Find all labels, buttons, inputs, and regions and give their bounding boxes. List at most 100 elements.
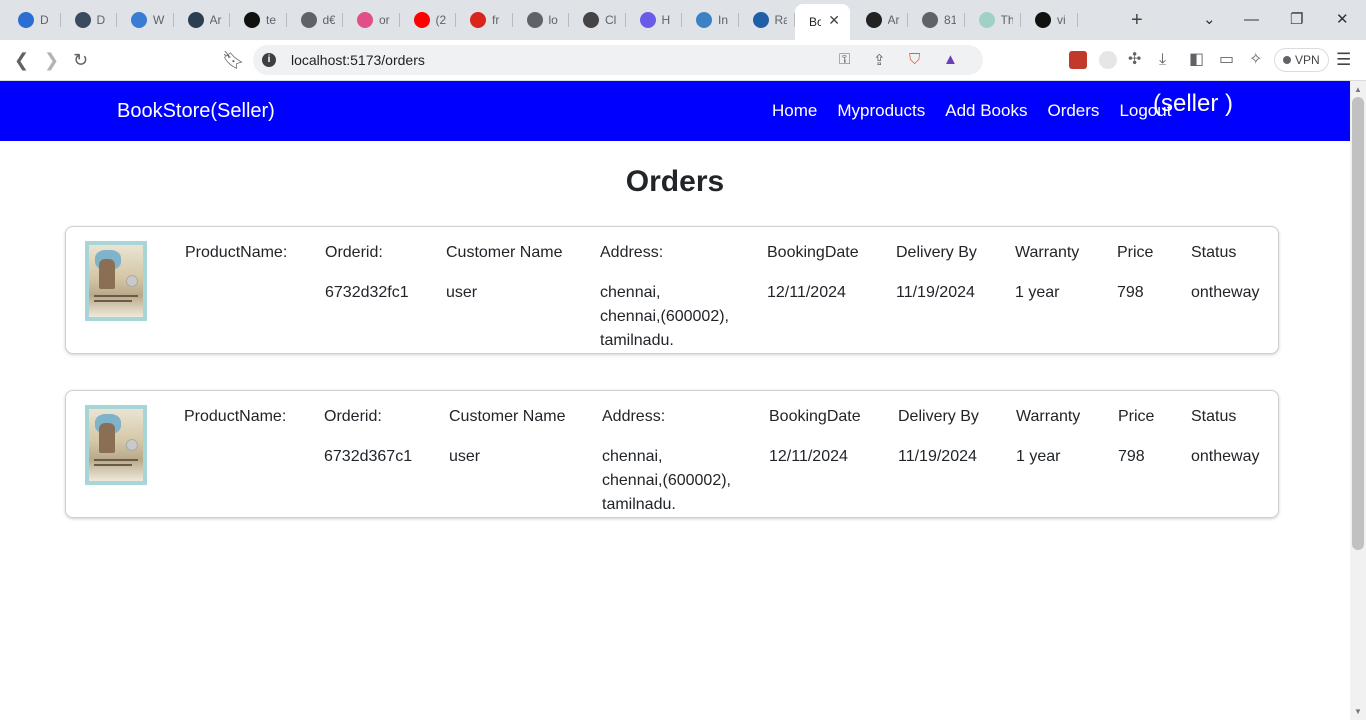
tab-title: D — [40, 13, 49, 27]
site-info-icon[interactable]: i — [262, 53, 276, 67]
minimize-icon[interactable]: — — [1244, 10, 1259, 30]
brand-link[interactable]: BookStore(Seller) — [117, 100, 275, 123]
brave-rewards-icon[interactable]: ▲ — [943, 51, 958, 68]
bookmark-icon[interactable]: 🔖︎ — [222, 49, 245, 71]
status-cell: Status ontheway — [1191, 241, 1260, 305]
tab-close-icon[interactable]: ✕ — [828, 12, 840, 29]
browser-tab[interactable]: Cl — [569, 4, 626, 36]
page-scrollbar[interactable]: ▲ ▼ — [1350, 81, 1366, 720]
browser-tab[interactable]: (2 — [400, 4, 456, 36]
browser-tab[interactable]: fr — [456, 4, 513, 36]
warranty-label: Warranty — [1016, 408, 1081, 425]
scroll-up-icon[interactable]: ▲ — [1354, 85, 1362, 94]
brave-shields-icon[interactable]: ⛉ — [909, 51, 920, 68]
product-name-cell: ProductName: — [184, 405, 286, 445]
price-label: Price — [1117, 244, 1154, 261]
back-icon[interactable]: ❮ — [14, 49, 29, 71]
nav-orders-link[interactable]: Orders — [1047, 101, 1099, 121]
order-id-cell: Orderid: 6732d32fc1 — [325, 241, 409, 305]
puzzle-extensions-icon[interactable]: ✣ — [1128, 49, 1141, 71]
address-bar[interactable]: i localhost:5173/orders ⚿ ⇪ ⛉ ▲ — [253, 45, 983, 75]
tab-favicon-icon — [865, 12, 882, 28]
share-icon[interactable]: ⇪ — [873, 51, 886, 69]
tab-title: d€ — [322, 13, 335, 27]
browser-tab[interactable]: In — [682, 4, 739, 36]
browser-tab[interactable]: te — [230, 4, 287, 36]
wallet-icon[interactable]: ▭ — [1219, 49, 1234, 71]
tab-favicon-icon — [639, 12, 656, 28]
customer-name-label: Customer Name — [446, 244, 563, 261]
nav-home-link[interactable]: Home — [772, 101, 817, 121]
delivery-by-label: Delivery By — [898, 408, 979, 425]
restore-icon[interactable]: ❐ — [1290, 10, 1303, 30]
delivery-by-value: 11/19/2024 — [898, 448, 977, 465]
tab-title: Ra — [774, 13, 787, 27]
seller-tag: (seller ) — [1153, 90, 1234, 117]
extension-icon[interactable] — [1099, 51, 1117, 69]
tab-title: Cl — [605, 13, 617, 27]
scrollbar-thumb[interactable] — [1352, 97, 1364, 550]
url-text[interactable]: localhost:5173/orders — [291, 52, 425, 68]
delivery-by-label: Delivery By — [896, 244, 977, 261]
vpn-button[interactable]: VPN — [1274, 48, 1329, 72]
browser-tab[interactable]: D — [4, 4, 61, 36]
extension-icon[interactable] — [1069, 51, 1087, 69]
customer-name-cell: Customer Name user — [449, 405, 565, 469]
customer-name-cell: Customer Name user — [446, 241, 562, 305]
browser-tab[interactable]: vi — [1021, 4, 1078, 36]
password-key-icon[interactable]: ⚿ — [839, 51, 850, 68]
customer-name-value: user — [449, 448, 481, 465]
browser-tab-strip: DDWArted€or(2frloClHInRaBo✕Ar81Thvi + ⌄ … — [0, 0, 1366, 40]
tab-title: Ar — [209, 13, 222, 27]
download-icon[interactable]: ⤓ — [1159, 49, 1166, 71]
address-label: Address: — [600, 244, 664, 261]
browser-tab[interactable]: Th — [965, 4, 1021, 36]
warranty-value: 1 year — [1016, 448, 1061, 465]
address-line-2: chennai,(600002), — [600, 308, 729, 325]
browser-toolbar: ❮ ❯ ↻ 🔖︎ i localhost:5173/orders ⚿ ⇪ ⛉ ▲… — [0, 40, 1366, 81]
forward-icon[interactable]: ❯ — [44, 49, 59, 71]
nav-add-books-link[interactable]: Add Books — [945, 101, 1027, 121]
browser-tab[interactable]: W — [117, 4, 174, 36]
scroll-down-icon[interactable]: ▼ — [1354, 707, 1362, 716]
order-id-value: 6732d32fc1 — [325, 284, 409, 301]
browser-tab-active[interactable]: Bo ✕ — [795, 4, 850, 40]
address-line-1: chennai, — [602, 448, 663, 465]
browser-tab[interactable]: d€ — [287, 4, 343, 36]
browser-tab[interactable]: lo — [513, 4, 569, 36]
address-cell: Address: chennai, chennai,(600002), tami… — [600, 241, 729, 353]
tab-title: vi — [1057, 13, 1066, 27]
nav-myproducts-link[interactable]: Myproducts — [837, 101, 925, 121]
tab-favicon-icon — [470, 12, 486, 28]
status-label: Status — [1191, 244, 1237, 261]
tab-title: lo — [548, 13, 558, 27]
new-tab-button[interactable]: + — [1131, 10, 1143, 30]
tab-title: 81 — [944, 13, 956, 27]
booking-date-cell: BookingDate 12/11/2024 — [769, 405, 861, 469]
booking-date-cell: BookingDate 12/11/2024 — [767, 241, 859, 305]
address-cell: Address: chennai, chennai,(600002), tami… — [602, 405, 731, 517]
tab-favicon-icon — [357, 12, 373, 28]
browser-tab[interactable]: D — [61, 4, 117, 36]
browser-tab[interactable]: Ra — [739, 4, 795, 36]
tab-title: or — [379, 13, 390, 27]
page-title: Orders — [625, 165, 725, 198]
close-window-icon[interactable]: ✕ — [1336, 10, 1349, 30]
tab-favicon-icon — [300, 12, 317, 28]
order-id-label: Orderid: — [325, 244, 383, 261]
address-line-2: chennai,(600002), — [602, 472, 731, 489]
browser-tab[interactable]: Ar — [852, 4, 908, 36]
reload-icon[interactable]: ↻ — [73, 49, 88, 71]
tab-search-icon[interactable]: ⌄ — [1203, 10, 1216, 30]
main-menu-icon[interactable]: ☰ — [1336, 50, 1351, 70]
sidebar-icon[interactable]: ◧ — [1189, 49, 1204, 71]
vpn-status-icon — [1283, 56, 1291, 64]
browser-tab[interactable]: or — [343, 4, 400, 36]
tab-favicon-icon — [131, 12, 147, 28]
leo-ai-icon[interactable]: ✧ — [1249, 49, 1262, 71]
browser-tab[interactable]: H — [626, 4, 682, 36]
tab-title: Bo — [809, 15, 821, 29]
browser-tab[interactable]: Ar — [174, 4, 230, 36]
tab-favicon-icon — [74, 12, 91, 28]
browser-tab[interactable]: 81 — [908, 4, 965, 36]
